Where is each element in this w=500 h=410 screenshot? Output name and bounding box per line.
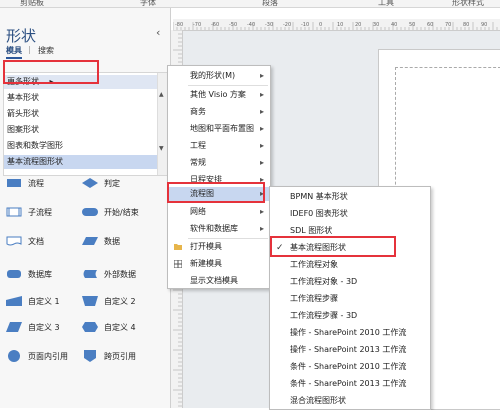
diamond-shape-icon [82, 178, 98, 188]
ruler-tick-label: 90 [481, 22, 487, 28]
menu-item-network[interactable]: 网络 ▸ [168, 205, 270, 219]
document-shape-icon [6, 236, 22, 246]
ribbon-group-paragraph: 段落 [262, 0, 278, 7]
stencil-item-arrow-shapes[interactable]: 箭头形状 [4, 107, 159, 121]
stencil-list-scrollbar[interactable]: ▲ ▼ [157, 73, 167, 175]
menu-item-general[interactable]: 常规 ▸ [168, 156, 270, 170]
submenu-item-conditions-sp2010[interactable]: 条件 - SharePoint 2010 工作流 [270, 360, 430, 374]
stencil-item-charts-math[interactable]: 图表和数学图形 [4, 139, 159, 153]
open-folder-icon [174, 244, 182, 250]
ruler-tick-label: 40 [391, 22, 397, 28]
submenu-item-workflow-objects[interactable]: 工作流程对象 [270, 258, 430, 272]
ribbon-group-clipboard: 剪贴板 [20, 0, 44, 7]
submenu-arrow-icon: ▸ [259, 224, 264, 233]
ruler-tick-label: -50 [229, 22, 237, 28]
menu-separator [188, 238, 268, 239]
tab-stencils[interactable]: 模具 [6, 45, 22, 59]
menu-item-new-stencil[interactable]: 新建模具 [168, 257, 270, 271]
ruler-tick-label: 50 [409, 22, 415, 28]
menu-item-open-stencil[interactable]: 打开模具 [168, 240, 270, 254]
ribbon-group-font: 字体 [140, 0, 156, 7]
stencil-list: 更多形状 ▸ 基本形状 箭头形状 图案形状 图表和数学图形 基本流程图形状 ▲ … [3, 72, 168, 176]
ruler-tick-label: -10 [301, 22, 309, 28]
ruler-tick-label: 20 [355, 22, 361, 28]
submenu-arrow-icon: ▸ [259, 107, 264, 116]
ruler-tick-label: -30 [265, 22, 273, 28]
scroll-down-icon[interactable]: ▼ [159, 145, 164, 152]
annotation-box-basic-flowchart [270, 236, 396, 257]
subprocess-shape-icon [6, 207, 22, 217]
ruler-tick-label: -60 [211, 22, 219, 28]
collapse-pane-chevron-icon[interactable]: ‹ [156, 26, 160, 39]
submenu-arrow-icon: ▸ [259, 124, 264, 133]
circle-shape-icon [8, 350, 20, 362]
submenu-item-idef0[interactable]: IDEF0 图表形状 [270, 207, 430, 221]
ruler-tick-label: 80 [463, 22, 469, 28]
new-stencil-grid-icon [174, 260, 182, 268]
custom2-shape-icon [82, 296, 98, 306]
menu-separator [188, 85, 268, 86]
ruler-tick-label: 30 [373, 22, 379, 28]
custom1-shape-icon [6, 296, 22, 306]
ruler-tick-label: -80 [175, 22, 183, 28]
rect-shape-icon [7, 179, 21, 187]
ruler-tick-label: 10 [337, 22, 343, 28]
ribbon-group-strip: 剪贴板 字体 段落 工具 形状样式 [0, 0, 500, 8]
stencil-item-basic-flowchart[interactable]: 基本流程图形状 [4, 155, 159, 169]
submenu-item-bpmn[interactable]: BPMN 基本形状 [270, 190, 430, 204]
ruler-tick-label: 60 [427, 22, 433, 28]
stencil-item-pattern-shapes[interactable]: 图案形状 [4, 123, 159, 137]
database-shape-icon [7, 270, 21, 278]
stencil-item-basic-shapes[interactable]: 基本形状 [4, 91, 159, 105]
ruler-tick-label: -70 [193, 22, 201, 28]
menu-item-my-shapes[interactable]: 我的形状(M) ▸ [168, 69, 270, 83]
external-data-shape-icon [83, 270, 97, 278]
menu-item-software-database[interactable]: 软件和数据库 ▸ [168, 222, 270, 236]
submenu-item-hybrid-flowchart[interactable]: 混合流程图形状 [270, 394, 430, 408]
annotation-box-more-shapes [3, 60, 99, 84]
ruler-tick-label: -40 [247, 22, 255, 28]
ribbon-group-shape-style: 形状样式 [452, 0, 484, 7]
submenu-item-workflow-steps[interactable]: 工作流程步骤 [270, 292, 430, 306]
custom3-shape-icon [6, 322, 22, 332]
submenu-arrow-icon: ▸ [259, 90, 264, 99]
submenu-item-workflow-steps-3d[interactable]: 工作流程步骤 - 3D [270, 309, 430, 323]
offpage-shape-icon [84, 350, 96, 362]
submenu-item-workflow-objects-3d[interactable]: 工作流程对象 - 3D [270, 275, 430, 289]
menu-item-other-visio[interactable]: 其他 Visio 方案 ▸ [168, 88, 270, 102]
annotation-box-flowchart [167, 182, 265, 203]
submenu-item-actions-sp2010[interactable]: 操作 - SharePoint 2010 工作流 [270, 326, 430, 340]
submenu-arrow-icon: ▸ [259, 141, 264, 150]
scroll-up-icon[interactable]: ▲ [159, 91, 164, 98]
terminator-shape-icon [82, 208, 98, 216]
horizontal-ruler-ticks: -80 -70 -60 -50 -40 -30 -20 -10 0 10 20 30 40 50 60 70 8… [172, 22, 498, 30]
flowchart-submenu: BPMN 基本形状 IDEF0 图表形状 SDL 图形状 ✓ 基本流程图形状 工… [269, 186, 431, 410]
menu-item-show-document-stencil[interactable]: 显示文档模具 [168, 274, 270, 288]
more-shapes-menu: 我的形状(M) ▸ 其他 Visio 方案 ▸ 商务 ▸ 地图和平面布置图 ▸ 工程 ▸ … [167, 65, 271, 289]
ruler-tick-label: 0 [319, 22, 322, 28]
tab-separator: | [28, 45, 31, 54]
custom4-shape-icon [82, 322, 98, 332]
menu-item-maps-floorplans[interactable]: 地图和平面布置图 ▸ [168, 122, 270, 136]
ruler-tick-label: -20 [283, 22, 291, 28]
submenu-arrow-icon: ▸ [259, 207, 264, 216]
menu-item-engineering[interactable]: 工程 ▸ [168, 139, 270, 153]
horizontal-ruler: -80 -70 -60 -50 -40 -30 -20 -10 0 10 20 30 40 50 60 70 8… [172, 19, 500, 31]
ruler-tick-label: 70 [445, 22, 451, 28]
tab-search[interactable]: 搜索 [38, 45, 54, 56]
pane-title: 形状 [6, 27, 37, 45]
ribbon-group-tools: 工具 [378, 0, 394, 7]
submenu-item-conditions-sp2013[interactable]: 条件 - SharePoint 2013 工作流 [270, 377, 430, 391]
submenu-item-actions-sp2013[interactable]: 操作 - SharePoint 2013 工作流 [270, 343, 430, 357]
parallelogram-shape-icon [82, 237, 98, 245]
menu-item-business[interactable]: 商务 ▸ [168, 105, 270, 119]
submenu-arrow-icon: ▸ [259, 71, 264, 80]
submenu-arrow-icon: ▸ [259, 158, 264, 167]
